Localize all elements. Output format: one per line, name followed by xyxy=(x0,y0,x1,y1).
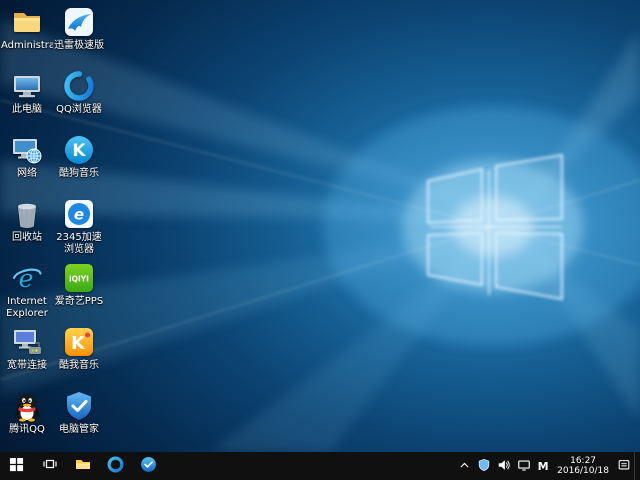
desktop-icon-label: 酷我音乐 xyxy=(59,360,99,372)
tray-overflow-button[interactable] xyxy=(455,452,474,480)
pc-manager-taskbar-button[interactable] xyxy=(132,452,165,480)
desktop-icon-label: 迅雷极速版 xyxy=(54,40,104,52)
desktop-icon-label: 宽带连接 xyxy=(7,360,47,372)
desktop[interactable]: Administra... 迅雷极速版 此电脑 QQ浏览器 网络 xyxy=(0,0,640,452)
file-explorer-button[interactable] xyxy=(66,452,99,480)
desktop-icon-label: Administra... xyxy=(1,40,53,52)
taskbar-clock[interactable]: 16:27 2016/10/18 xyxy=(552,452,614,480)
pc-manager-shield-icon xyxy=(63,390,95,422)
desktop-icon-grid: Administra... 迅雷极速版 此电脑 QQ浏览器 网络 xyxy=(2,2,104,450)
internet-explorer-icon: e xyxy=(11,262,43,294)
qq-browser-taskbar-button[interactable] xyxy=(99,452,132,480)
task-view-icon xyxy=(42,456,58,476)
pc-manager-icon xyxy=(140,456,157,477)
qq-browser-icon xyxy=(107,456,124,477)
iqiyi-pps-icon: iQIYI xyxy=(63,262,95,294)
xunlei-bird-icon xyxy=(63,6,95,38)
desktop-icon-pc-manager[interactable]: 电脑管家 xyxy=(54,386,104,450)
desktop-icon-label: 酷狗音乐 xyxy=(59,168,99,180)
desktop-icon-label: 网络 xyxy=(17,168,37,180)
svg-text:iQIYI: iQIYI xyxy=(69,275,89,284)
network-icon xyxy=(11,134,43,166)
windows-logo-icon xyxy=(9,457,24,476)
desktop-icon-kugou-music[interactable]: K 酷狗音乐 xyxy=(54,130,104,194)
qq-browser-icon xyxy=(63,70,95,102)
desktop-icon-label: 电脑管家 xyxy=(59,424,99,436)
desktop-icon-label: QQ浏览器 xyxy=(56,104,102,116)
desktop-icon-broadband[interactable]: 宽带连接 xyxy=(2,322,52,386)
desktop-icon-recycle-bin[interactable]: 回收站 xyxy=(2,194,52,258)
start-button[interactable] xyxy=(0,452,33,480)
clock-date: 2016/10/18 xyxy=(557,466,609,477)
browser-2345-icon: e xyxy=(63,198,95,230)
desktop-icon-label: 腾讯QQ xyxy=(9,424,45,436)
desktop-icon-label: 回收站 xyxy=(12,232,42,244)
show-desktop-button[interactable] xyxy=(634,452,640,480)
desktop-icon-label: 此电脑 xyxy=(12,104,42,116)
desktop-icon-label: 2345加速浏览器 xyxy=(54,232,104,256)
user-folder-icon xyxy=(11,6,43,38)
shield-icon xyxy=(477,457,491,476)
network-status-icon xyxy=(517,457,531,476)
svg-text:e: e xyxy=(74,206,84,224)
svg-text:e: e xyxy=(19,264,34,293)
svg-text:K: K xyxy=(71,333,86,354)
kuwo-music-icon: K xyxy=(63,326,95,358)
kugou-music-icon: K xyxy=(63,134,95,166)
volume-tray-button[interactable] xyxy=(494,452,514,480)
clock-time: 16:27 xyxy=(557,456,609,467)
recycle-bin-icon xyxy=(11,198,43,230)
desktop-icon-2345-browser[interactable]: e 2345加速浏览器 xyxy=(54,194,104,258)
network-tray-button[interactable] xyxy=(514,452,534,480)
desktop-icon-administrator[interactable]: Administra... xyxy=(2,2,52,66)
svg-text:K: K xyxy=(72,141,86,161)
system-tray: M 16:27 2016/10/18 xyxy=(455,452,640,480)
desktop-icon-kuwo-music[interactable]: K 酷我音乐 xyxy=(54,322,104,386)
security-tray-button[interactable] xyxy=(474,452,494,480)
desktop-icon-this-pc[interactable]: 此电脑 xyxy=(2,66,52,130)
input-method-indicator[interactable]: M xyxy=(534,452,552,480)
desktop-icon-qq-browser[interactable]: QQ浏览器 xyxy=(54,66,104,130)
volume-icon xyxy=(497,457,511,476)
desktop-icon-xunlei[interactable]: 迅雷极速版 xyxy=(54,2,104,66)
desktop-icon-label: 爱奇艺PPS xyxy=(55,296,103,308)
desktop-icon-tencent-qq[interactable]: 腾讯QQ xyxy=(2,386,52,450)
action-center-button[interactable] xyxy=(614,452,634,480)
task-view-button[interactable] xyxy=(33,452,66,480)
this-pc-icon xyxy=(11,70,43,102)
desktop-icon-iqiyi-pps[interactable]: iQIYI 爱奇艺PPS xyxy=(54,258,104,322)
file-explorer-icon xyxy=(75,456,91,476)
broadband-connection-icon xyxy=(11,326,43,358)
qq-penguin-icon xyxy=(11,390,43,422)
desktop-icon-label: Internet Explorer xyxy=(2,296,52,320)
desktop-icon-internet-explorer[interactable]: e Internet Explorer xyxy=(2,258,52,322)
chevron-up-icon xyxy=(458,457,471,476)
taskbar: M 16:27 2016/10/18 xyxy=(0,452,640,480)
action-center-icon xyxy=(617,457,631,476)
desktop-icon-network[interactable]: 网络 xyxy=(2,130,52,194)
